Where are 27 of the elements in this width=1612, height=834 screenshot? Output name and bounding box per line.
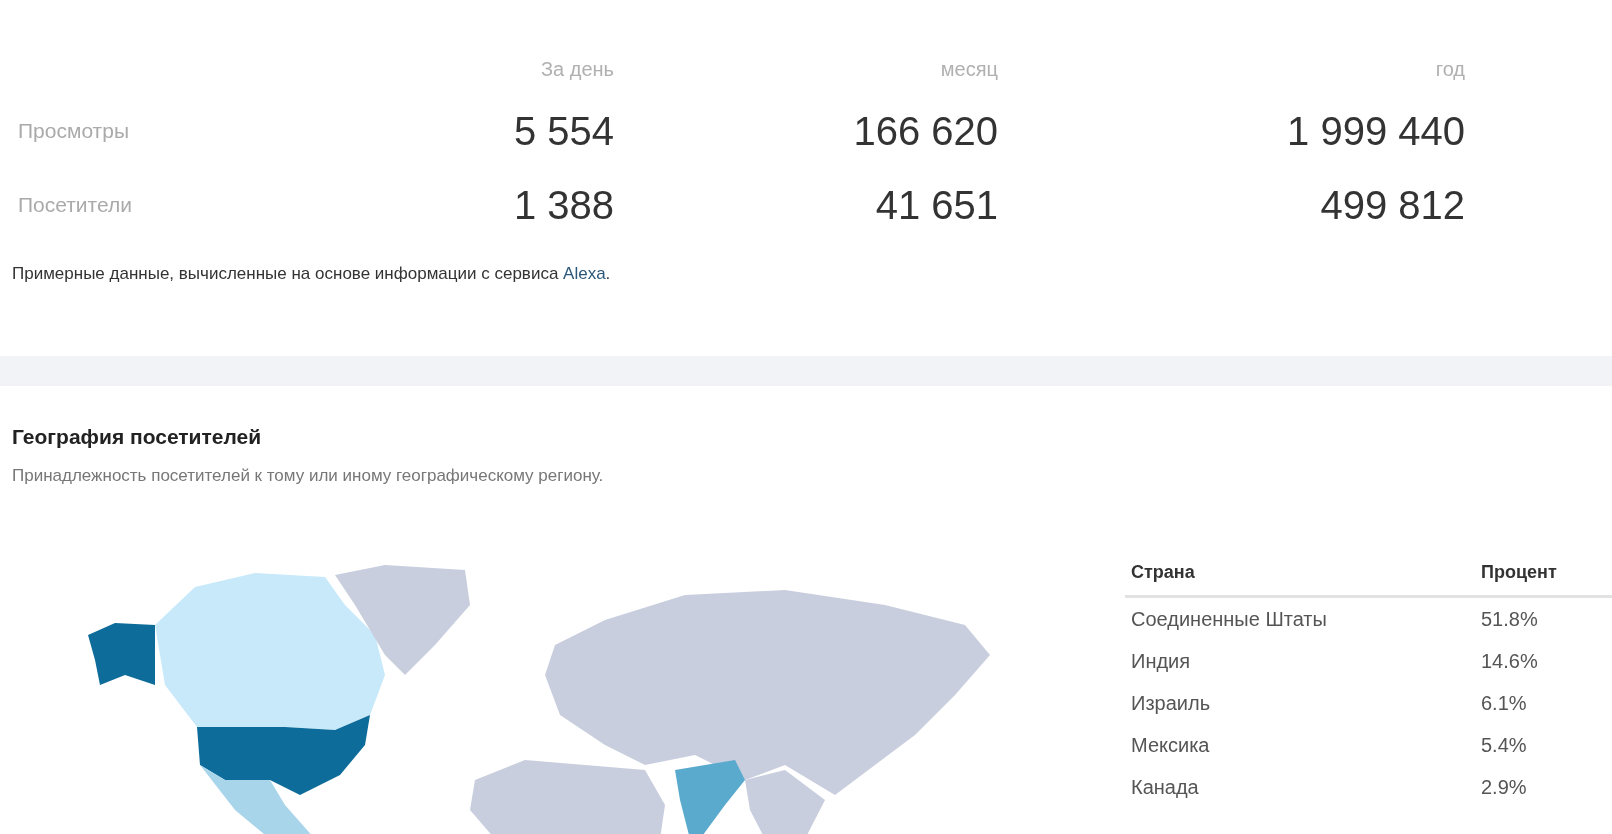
- table-cell-text: 5.4%: [1480, 732, 1528, 758]
- source-link[interactable]: Alexa: [563, 264, 606, 283]
- section-subtitle: Принадлежность посетителей к тому или иному географическому региону.: [12, 466, 604, 486]
- table-cell-text: 2.9%: [1480, 774, 1528, 800]
- stat-value: 166 620: [852, 107, 998, 155]
- table-cell-text: 6.1%: [1480, 690, 1528, 716]
- table-cell-text: 14.6%: [1480, 648, 1539, 674]
- table-cell-text: Индия: [1130, 648, 1192, 674]
- column-header: год: [1434, 56, 1465, 82]
- table-cell-text: Израиль: [1130, 690, 1212, 716]
- table-cell-text: Канада: [1130, 774, 1200, 800]
- section-title: География посетителей: [12, 425, 262, 449]
- stat-value: 499 812: [1319, 181, 1465, 229]
- column-header: месяц: [939, 56, 998, 82]
- row-label: Посетители: [18, 192, 133, 218]
- stat-value: 1 999 440: [1286, 107, 1465, 155]
- stat-value: 5 554: [512, 107, 614, 155]
- stat-value: 1 388: [512, 181, 614, 229]
- table-cell: Соединенные Штаты: [1125, 596, 1475, 640]
- column-header: Страна: [1125, 550, 1475, 597]
- stat-value: 41 651: [874, 181, 998, 229]
- column-header: За день: [539, 56, 614, 82]
- column-header: Процент: [1475, 550, 1612, 597]
- source-note: Примерные данные, вычисленные на основе информации с сервиса Alexa.: [12, 264, 611, 284]
- table-cell-text: Мексика: [1130, 732, 1211, 758]
- table-cell: 51.8%: [1475, 596, 1612, 640]
- row-label: Просмотры: [18, 118, 130, 144]
